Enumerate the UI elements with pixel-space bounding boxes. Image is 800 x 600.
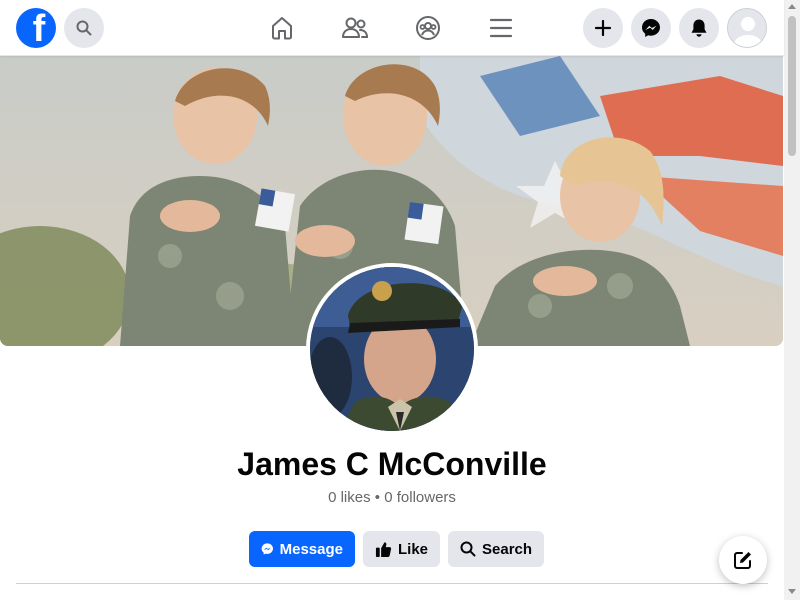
facebook-logo[interactable]: f — [16, 8, 56, 48]
message-button-label: Message — [279, 540, 343, 558]
profile-photo-illustration — [310, 267, 474, 431]
search-profile-button[interactable]: Search — [448, 531, 545, 567]
facebook-logo-letter: f — [32, 8, 46, 48]
search-icon — [76, 20, 92, 36]
scroll-down-arrow-icon[interactable] — [788, 589, 796, 594]
bell-icon — [691, 19, 707, 37]
profile-name: James C McConville — [237, 446, 547, 482]
likes-count[interactable]: 0 likes — [328, 489, 371, 506]
thumbs-up-icon — [375, 541, 392, 557]
scroll-thumb[interactable] — [788, 16, 796, 156]
nav-menu[interactable] — [485, 12, 517, 44]
messenger-icon — [261, 543, 273, 555]
stats-separator: • — [374, 489, 381, 506]
page-scrollbar[interactable] — [784, 0, 800, 600]
nav-friends[interactable] — [339, 12, 371, 44]
profile-actions: Message Like Search — [249, 531, 545, 567]
create-button[interactable] — [583, 8, 623, 48]
scroll-up-arrow-icon[interactable] — [788, 4, 796, 9]
followers-count[interactable]: 0 followers — [384, 489, 456, 506]
messenger-button[interactable] — [631, 8, 671, 48]
search-button-label: Search — [482, 540, 533, 558]
menu-icon — [489, 18, 513, 38]
messenger-icon — [642, 19, 660, 37]
groups-icon — [416, 16, 440, 40]
message-button[interactable]: Message — [249, 531, 355, 567]
plus-icon — [595, 20, 611, 36]
nav-home[interactable] — [266, 12, 298, 44]
home-icon — [272, 17, 292, 40]
new-message-button[interactable] — [719, 536, 767, 584]
like-button-label: Like — [398, 540, 429, 558]
top-navigation-bar: f — [0, 0, 784, 56]
friends-icon — [342, 17, 369, 38]
avatar-icon — [733, 17, 763, 47]
search-icon — [460, 541, 476, 557]
profile-photo[interactable] — [306, 263, 478, 435]
account-avatar-button[interactable] — [727, 8, 767, 48]
section-divider — [16, 583, 768, 584]
search-button[interactable] — [64, 8, 104, 48]
notifications-button[interactable] — [679, 8, 719, 48]
like-button[interactable]: Like — [363, 531, 441, 567]
nav-groups[interactable] — [412, 12, 444, 44]
profile-stats: 0 likes • 0 followers — [0, 489, 784, 506]
compose-icon — [734, 552, 751, 569]
